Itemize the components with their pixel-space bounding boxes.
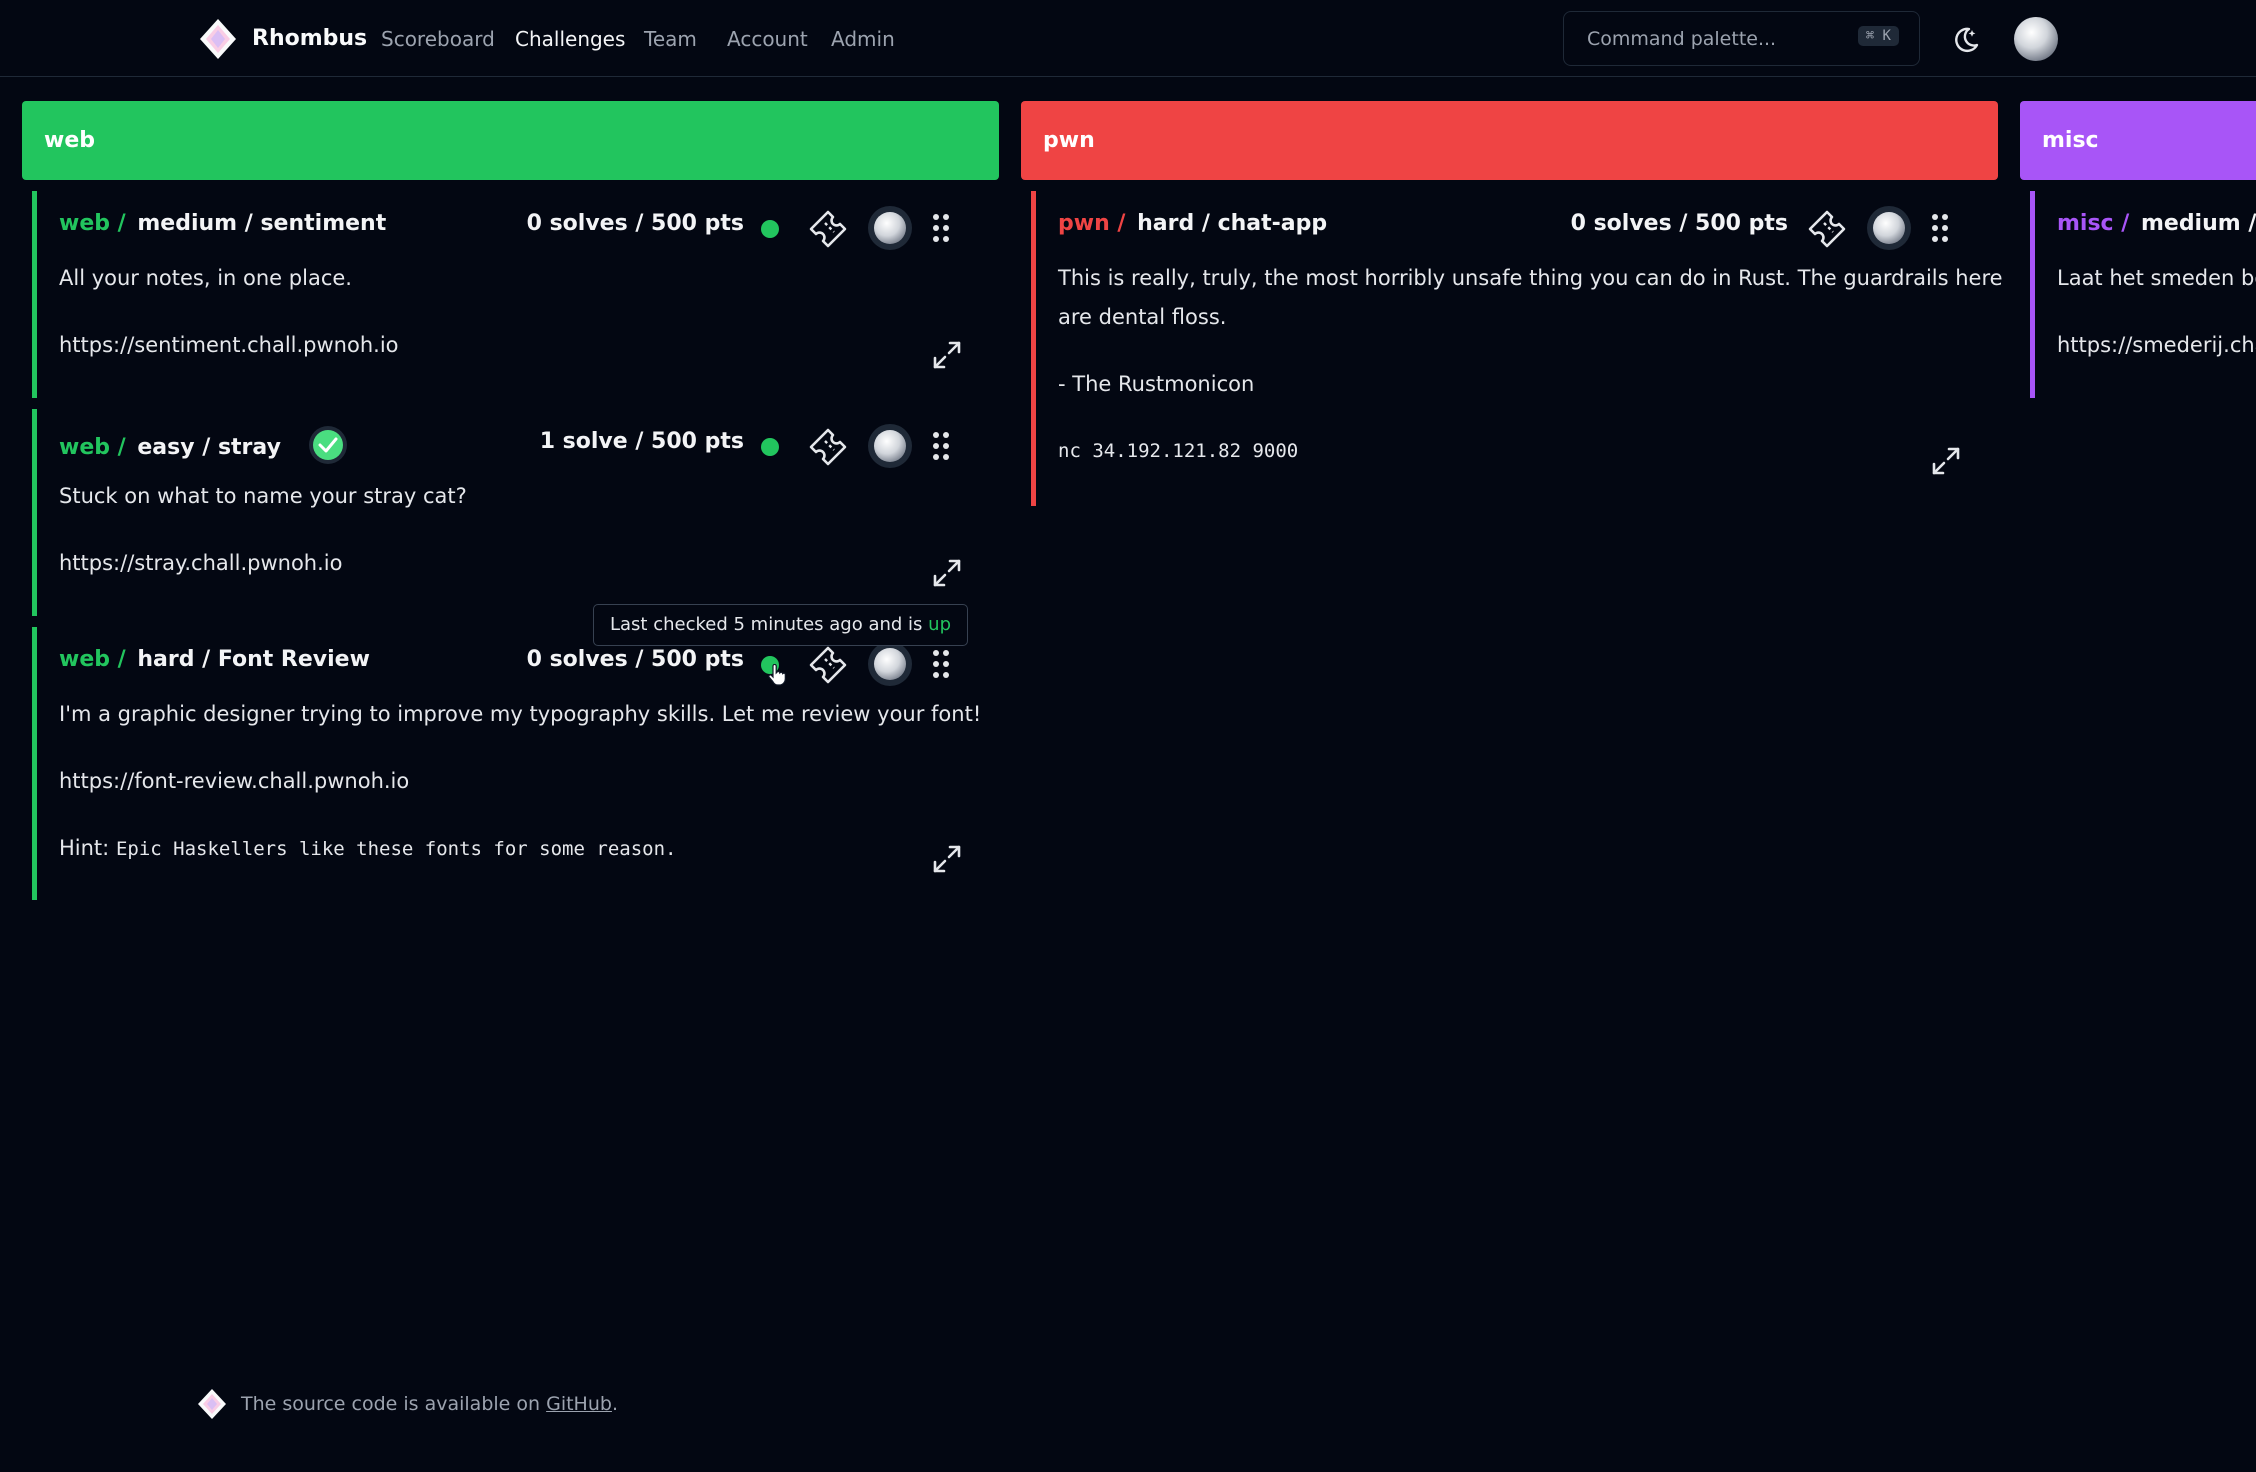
theme-toggle-moon-icon[interactable]	[1950, 24, 1982, 56]
nav-challenges[interactable]: Challenges	[515, 27, 625, 51]
solved-check-icon	[308, 426, 347, 464]
category-column-misc: misc misc / medium / sm Laat het smeden …	[2020, 101, 2256, 421]
nav-team[interactable]: Team	[644, 27, 697, 51]
challenge-title: pwn / hard / chat-app	[1058, 211, 1327, 236]
solves-points: 0 solves / 500 pts	[526, 647, 744, 672]
challenge-connection[interactable]: nc 34.192.121.82 9000	[1058, 432, 1298, 471]
top-nav: Rhombus Scoreboard Challenges Team Accou…	[0, 0, 2256, 77]
solves-points: 0 solves / 500 pts	[526, 211, 744, 236]
ticket-icon[interactable]	[808, 645, 848, 685]
challenge-category: web /	[59, 211, 126, 236]
command-palette-button[interactable]: Command palette... ⌘ K	[1563, 11, 1920, 66]
card-accent-bar	[32, 627, 37, 900]
challenge-link[interactable]: https://font-review.chall.pwnoh.io	[59, 762, 409, 801]
challenge-difficulty: easy /	[137, 435, 211, 460]
card-accent-bar	[2030, 191, 2035, 398]
challenge-title: web / easy / stray	[59, 426, 347, 467]
hand-cursor-icon	[768, 664, 786, 686]
category-header-pwn: pwn	[1021, 101, 1998, 180]
tooltip-status: up	[928, 614, 951, 635]
challenge-description-line-2: are dental floss.	[1058, 305, 1227, 329]
status-tooltip: Last checked 5 minutes ago and is up	[593, 604, 968, 646]
challenge-hint: Hint: Epic Haskellers like these fonts f…	[59, 829, 676, 869]
category-column-web: web web / medium / sentiment 0 solves / …	[22, 101, 999, 900]
challenge-name: sentiment	[260, 211, 387, 236]
challenge-description: Laat het smeden beg	[2057, 266, 2256, 290]
card-accent-bar	[1031, 191, 1036, 506]
challenge-description: All your notes, in one place.	[59, 266, 352, 290]
rhombus-logo-icon	[198, 1389, 226, 1419]
expand-icon[interactable]	[931, 557, 963, 589]
challenge-difficulty: hard /	[1137, 211, 1210, 236]
challenge-name: chat-app	[1217, 211, 1328, 236]
ticket-icon[interactable]	[808, 427, 848, 467]
drag-handle-icon[interactable]	[931, 430, 951, 462]
drag-handle-icon[interactable]	[931, 212, 951, 244]
challenge-category: misc /	[2057, 211, 2130, 236]
footer-suffix: .	[611, 1393, 618, 1415]
challenge-category: web /	[59, 647, 126, 672]
drag-handle-icon[interactable]	[1930, 212, 1950, 244]
challenge-description: Stuck on what to name your stray cat?	[59, 484, 467, 508]
footer-label: The source code is available on	[241, 1393, 541, 1415]
challenge-name: stray	[217, 435, 281, 460]
challenge-difficulty: medium /	[137, 211, 253, 236]
status-indicator[interactable]	[761, 438, 779, 456]
challenge-card-font-review: web / hard / Font Review 0 solves / 500 …	[32, 627, 999, 900]
card-accent-bar	[32, 409, 37, 616]
card-accent-bar	[32, 191, 37, 398]
challenge-difficulty: medium / sm	[2140, 211, 2256, 236]
rhombus-logo-icon[interactable]	[199, 18, 237, 60]
challenge-title: web / medium / sentiment	[59, 211, 386, 236]
challenge-link[interactable]: https://smederij.cha	[2057, 326, 2256, 365]
challenge-category: web /	[59, 435, 126, 460]
challenge-link[interactable]: https://stray.chall.pwnoh.io	[59, 544, 342, 583]
challenge-difficulty: hard /	[137, 647, 211, 672]
author-avatar[interactable]	[868, 424, 912, 468]
nav-account[interactable]: Account	[727, 27, 808, 51]
challenge-name: Font Review	[217, 647, 370, 672]
expand-icon[interactable]	[1930, 445, 1962, 477]
challenge-description-line-1: This is really, truly, the most horribly…	[1058, 266, 2003, 290]
status-indicator[interactable]	[761, 220, 779, 238]
nav-admin[interactable]: Admin	[831, 27, 895, 51]
challenge-title: misc / medium / sm	[2057, 211, 2256, 236]
author-avatar[interactable]	[868, 206, 912, 250]
challenge-link[interactable]: https://sentiment.chall.pwnoh.io	[59, 326, 399, 365]
hint-text: Epic Haskellers like these fonts for som…	[115, 838, 677, 860]
shortcut-badge: ⌘ K	[1857, 26, 1899, 46]
author-avatar[interactable]	[868, 642, 912, 686]
challenge-card-chat-app: pwn / hard / chat-app 0 solves / 500 pts…	[1031, 191, 2003, 506]
hint-label: Hint:	[59, 836, 110, 860]
challenge-description: I'm a graphic designer trying to improve…	[59, 702, 982, 726]
ticket-icon[interactable]	[808, 209, 848, 249]
drag-handle-icon[interactable]	[931, 648, 951, 680]
expand-icon[interactable]	[931, 843, 963, 875]
challenge-quote: - The Rustmonicon	[1058, 372, 1255, 396]
footer-text: The source code is available on GitHub.	[241, 1393, 618, 1415]
expand-icon[interactable]	[931, 339, 963, 371]
command-palette-placeholder: Command palette...	[1587, 28, 1777, 50]
challenge-category: pwn /	[1058, 211, 1126, 236]
challenge-card-sentiment: web / medium / sentiment 0 solves / 500 …	[32, 191, 999, 398]
ticket-icon[interactable]	[1807, 209, 1847, 249]
brand-name[interactable]: Rhombus	[252, 26, 367, 51]
challenge-title: web / hard / Font Review	[59, 647, 370, 672]
challenge-card-stray: web / easy / stray 1 solve / 500 pts Stu…	[32, 409, 999, 616]
category-header-web: web	[22, 101, 999, 180]
solves-points: 1 solve / 500 pts	[539, 429, 744, 454]
tooltip-text: Last checked 5 minutes ago and is	[610, 614, 923, 635]
nav-scoreboard[interactable]: Scoreboard	[381, 27, 495, 51]
github-link[interactable]: GitHub	[546, 1393, 612, 1415]
solves-points: 0 solves / 500 pts	[1570, 211, 1788, 236]
challenge-card-misc: misc / medium / sm Laat het smeden beg h…	[2030, 191, 2256, 398]
category-column-pwn: pwn pwn / hard / chat-app 0 solves / 500…	[1021, 101, 2003, 506]
user-avatar[interactable]	[2014, 17, 2058, 61]
author-avatar[interactable]	[1867, 206, 1911, 250]
category-header-misc: misc	[2020, 101, 2256, 180]
